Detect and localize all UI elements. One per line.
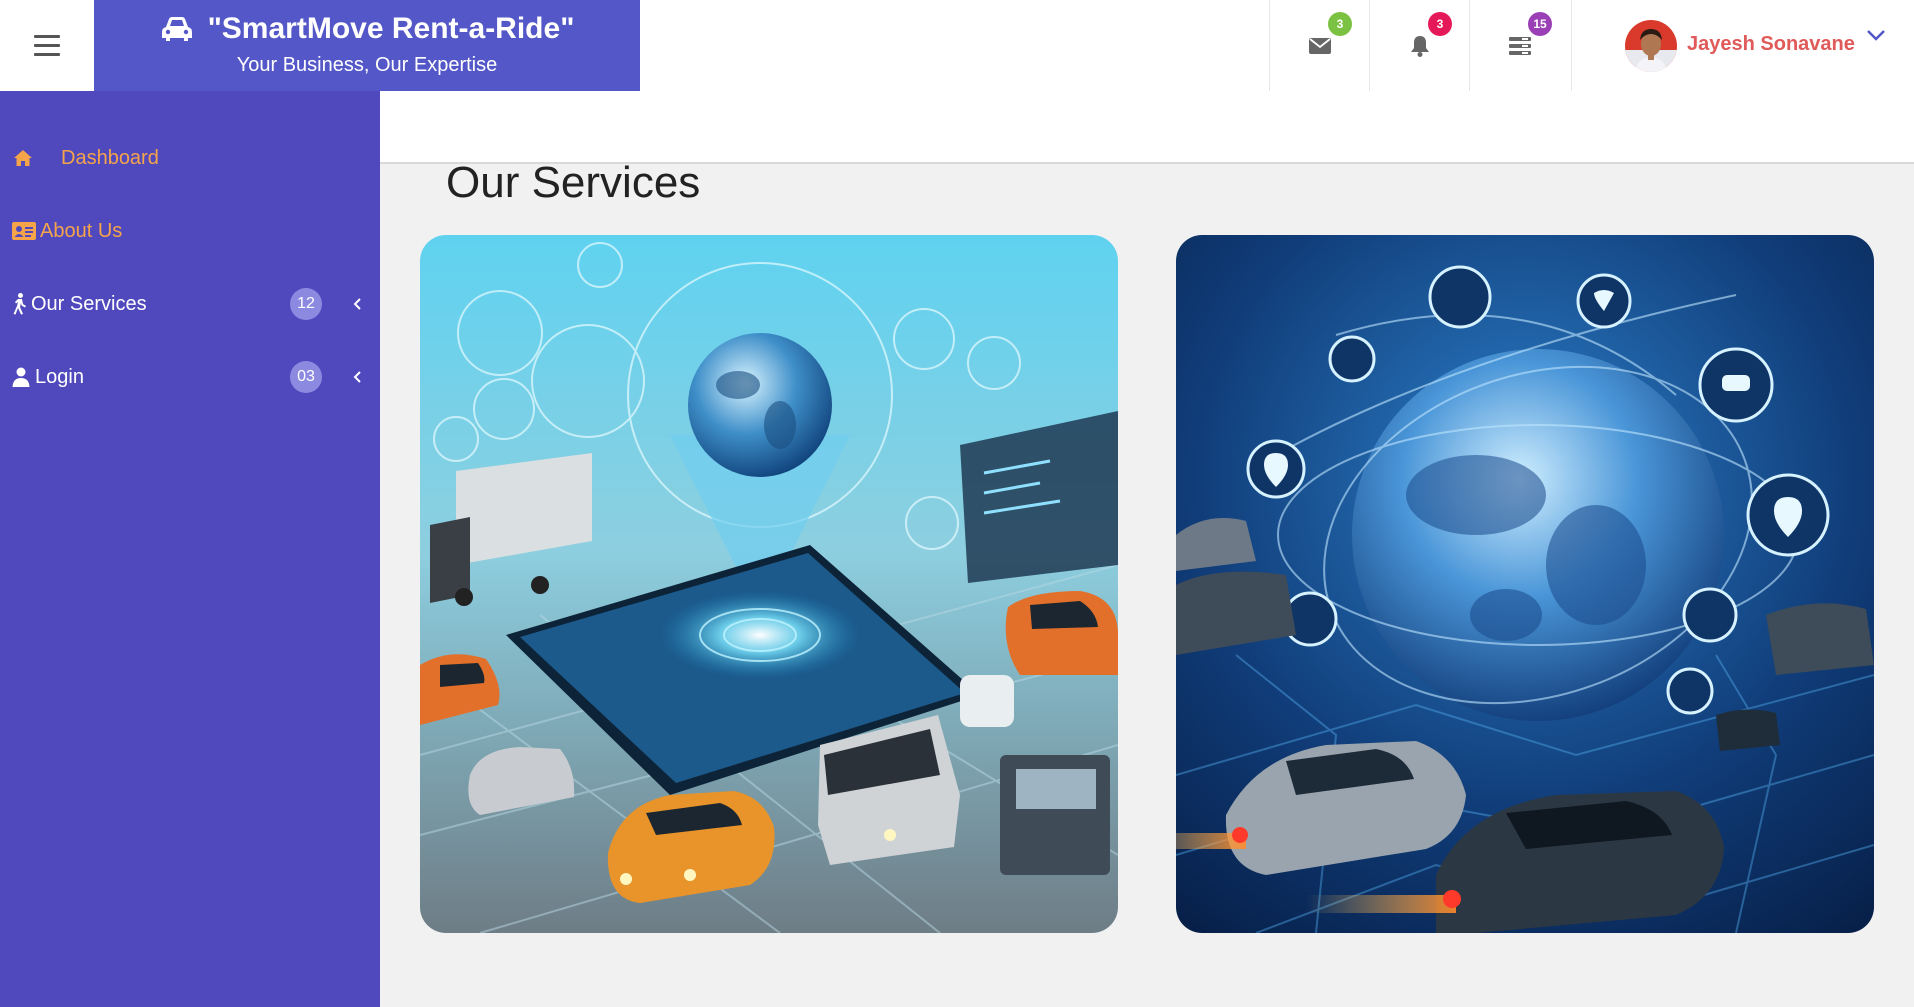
sidebar-item-our-services[interactable]: Our Services 12 (0, 274, 380, 334)
content-header-bar (380, 91, 1914, 164)
hamburger-icon (34, 35, 60, 56)
messages-count-badge: 3 (1328, 12, 1352, 36)
brand-title: "SmartMove Rent-a-Ride" (207, 12, 575, 45)
tasks-button[interactable]: 15 (1469, 0, 1569, 91)
sidebar-item-about-us[interactable]: About Us (0, 201, 380, 261)
alerts-count-badge: 3 (1428, 12, 1452, 36)
list-icon (1508, 36, 1531, 55)
brand-banner[interactable]: "SmartMove Rent-a-Ride" Your Business, O… (94, 0, 640, 92)
sidebar-item-dashboard[interactable]: Dashboard (0, 128, 380, 188)
sidebar-count-badge: 03 (290, 361, 322, 393)
user-icon (12, 367, 30, 387)
walking-icon (12, 293, 28, 315)
id-card-icon (12, 222, 36, 240)
top-navbar: "SmartMove Rent-a-Ride" Your Business, O… (0, 0, 1914, 92)
car-icon (161, 17, 192, 41)
chevron-left-icon (353, 298, 361, 310)
sidebar-item-login[interactable]: Login 03 (0, 347, 380, 407)
sidebar-count-badge: 12 (290, 288, 322, 320)
service-card-global-network[interactable] (1176, 235, 1874, 933)
chevron-down-icon (1867, 30, 1885, 41)
menu-toggle-button[interactable] (0, 0, 94, 91)
service-card-logistics[interactable] (420, 235, 1118, 933)
bell-icon (1410, 35, 1429, 57)
page-title: Our Services (446, 158, 701, 207)
sidebar-item-label: Login (35, 365, 84, 388)
sidebar-item-label: About Us (40, 219, 123, 242)
sidebar: Dashboard About Us Our Services 12 Login… (0, 91, 380, 1007)
chevron-left-icon (353, 371, 361, 383)
avatar (1625, 20, 1677, 72)
brand-tagline: Your Business, Our Expertise (236, 54, 498, 76)
messages-button[interactable]: 3 (1269, 0, 1369, 91)
logistics-illustration (420, 235, 1118, 933)
tasks-count-badge: 15 (1528, 12, 1552, 36)
home-icon (13, 149, 33, 167)
sidebar-item-label: Dashboard (61, 146, 159, 169)
global-network-illustration (1176, 235, 1874, 933)
envelope-icon (1308, 37, 1331, 54)
sidebar-item-label: Our Services (31, 292, 147, 315)
user-menu[interactable]: Jayesh Sonavane (1571, 0, 1914, 91)
user-name: Jayesh Sonavane (1687, 33, 1855, 55)
alerts-button[interactable]: 3 (1369, 0, 1469, 91)
